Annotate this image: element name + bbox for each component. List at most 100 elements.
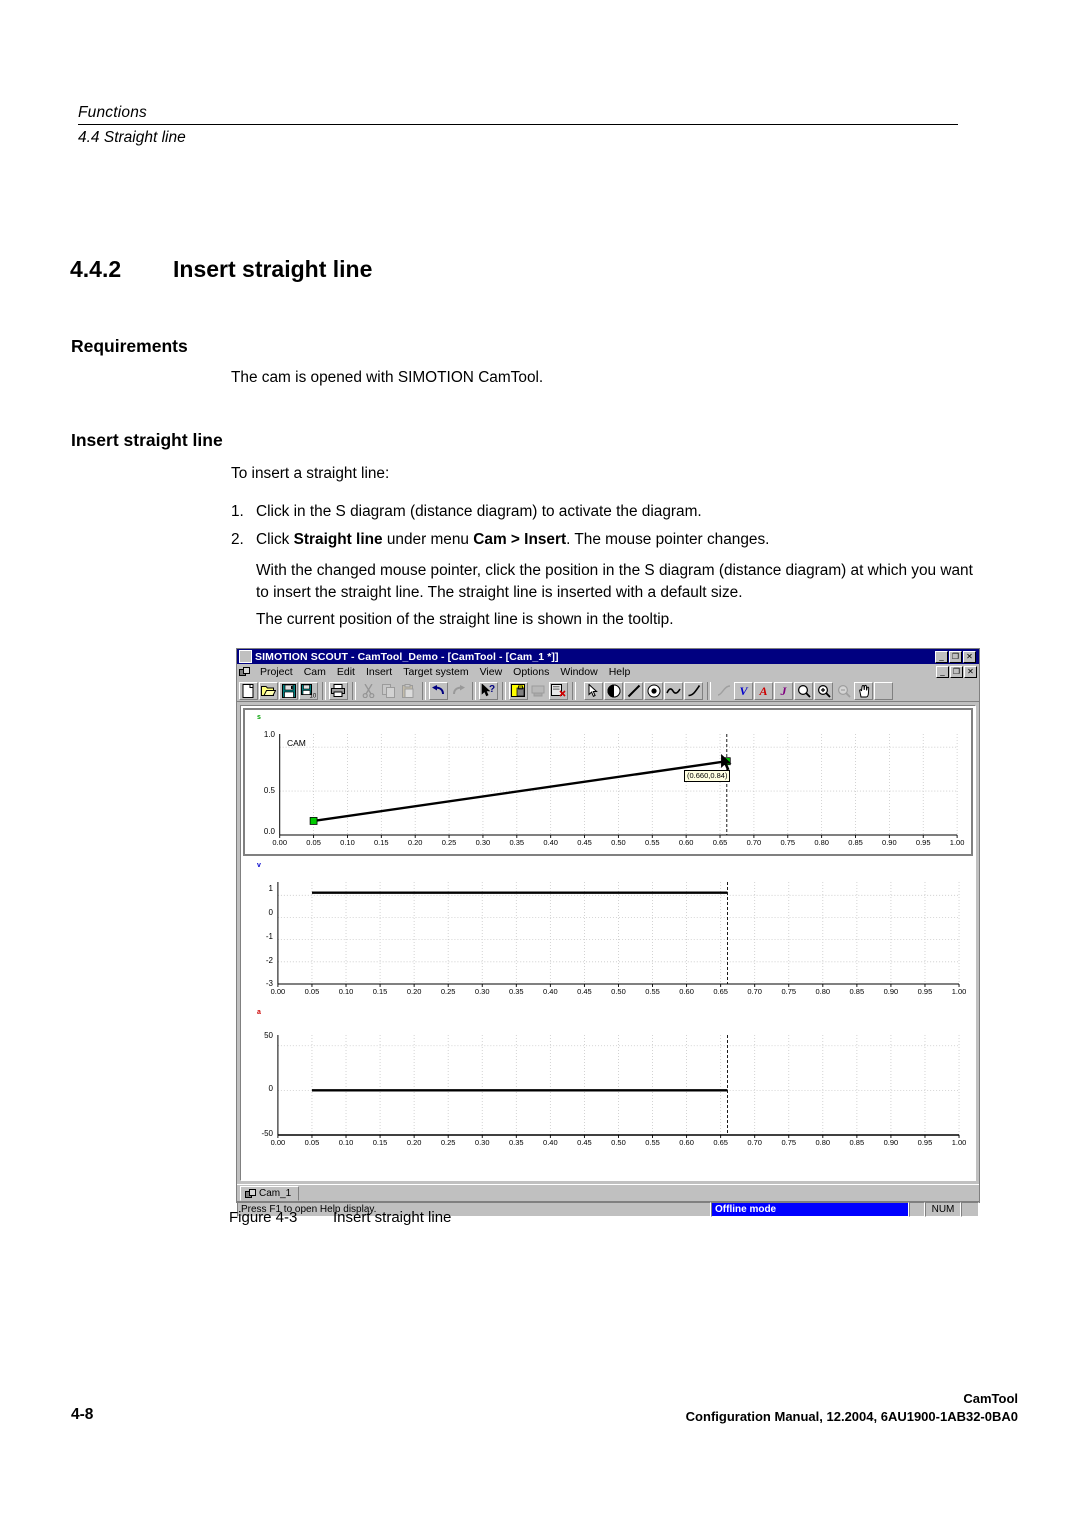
zoom-100-icon[interactable] bbox=[874, 681, 893, 700]
xtick-label: 0.35 bbox=[509, 838, 525, 847]
menu-item-insert[interactable]: Insert bbox=[361, 666, 398, 678]
cut-icon[interactable] bbox=[359, 682, 378, 700]
xtick-label: 0.80 bbox=[814, 838, 829, 847]
menu-item-cam[interactable]: Cam bbox=[299, 666, 332, 678]
insert-curve-icon[interactable] bbox=[684, 681, 703, 700]
paragraph-tooltip: The current position of the straight lin… bbox=[256, 611, 674, 628]
insert-straight-line-icon[interactable] bbox=[624, 681, 643, 700]
figure-title: Insert straight line bbox=[333, 1209, 452, 1226]
xtick-label: 0.05 bbox=[304, 1138, 320, 1147]
show-jerk-icon[interactable]: J bbox=[774, 681, 793, 700]
chart-s-diagram[interactable]: s CAM 1.0 0.5 0.0 (0.660,0.84) 0.00 0.05… bbox=[243, 708, 973, 856]
xtick-label: 0.70 bbox=[747, 987, 762, 996]
xtick-label: 0.00 bbox=[270, 1138, 286, 1147]
menu-item-options[interactable]: Options bbox=[508, 666, 555, 678]
context-help-icon[interactable]: ? bbox=[479, 681, 498, 700]
mdi-minimize-button[interactable]: _ bbox=[936, 666, 949, 678]
xtick-label: 0.55 bbox=[645, 1138, 660, 1147]
paste-icon[interactable] bbox=[399, 682, 418, 700]
mdi-client-area: s CAM 1.0 0.5 0.0 (0.660,0.84) 0.00 0.05… bbox=[237, 702, 979, 1184]
show-position-icon[interactable] bbox=[714, 682, 733, 700]
step2-bold-menu-path: Cam > Insert bbox=[473, 531, 567, 548]
xtick-label: 0.90 bbox=[882, 838, 897, 847]
toolbar-separator bbox=[707, 681, 711, 700]
restore-button[interactable]: ❐ bbox=[949, 650, 962, 663]
heading-requirements: Requirements bbox=[71, 336, 188, 356]
xtick-label: 0.65 bbox=[713, 1138, 728, 1147]
close-button[interactable]: ✕ bbox=[963, 650, 976, 663]
xtick-label: 0.45 bbox=[577, 987, 592, 996]
connect-target-icon[interactable] bbox=[509, 681, 528, 700]
xtick-label: 0.35 bbox=[508, 987, 524, 996]
position-tooltip: (0.660,0.84) bbox=[684, 770, 731, 782]
mdi-close-button[interactable]: ✕ bbox=[964, 666, 977, 678]
save-icon[interactable] bbox=[279, 681, 298, 700]
xtick-label: 0.55 bbox=[644, 838, 660, 847]
minimize-button[interactable]: _ bbox=[935, 650, 948, 663]
status-badge-offline-mode: Offline mode bbox=[711, 1202, 909, 1217]
copy-icon[interactable] bbox=[379, 682, 398, 700]
new-icon[interactable] bbox=[239, 681, 258, 700]
show-velocity-icon[interactable]: V bbox=[734, 681, 753, 700]
section-heading: 4.4.2 Insert straight line bbox=[70, 256, 970, 283]
toolbar-separator bbox=[472, 681, 476, 700]
xtick-label: 0.35 bbox=[508, 1138, 524, 1147]
xtick-label: 0.25 bbox=[440, 1138, 456, 1147]
menu-item-edit[interactable]: Edit bbox=[332, 666, 361, 678]
toolbar-separator bbox=[502, 681, 506, 700]
toolbar-separator bbox=[352, 681, 356, 700]
footer-document-id: Configuration Manual, 12.2004, 6AU1900-1… bbox=[685, 1409, 1018, 1424]
cam-document-window: s CAM 1.0 0.5 0.0 (0.660,0.84) 0.00 0.05… bbox=[240, 705, 976, 1181]
show-acceleration-icon[interactable]: A bbox=[754, 681, 773, 700]
section-title: Insert straight line bbox=[173, 256, 373, 282]
xtick-label: 0.15 bbox=[372, 1138, 388, 1147]
zoom-out-icon[interactable] bbox=[834, 682, 853, 700]
menu-item-view[interactable]: View bbox=[475, 666, 509, 678]
mdi-restore-button[interactable]: ❐ bbox=[950, 666, 963, 678]
figure-caption: Figure 4-3 Insert straight line bbox=[229, 1209, 451, 1226]
download-icon[interactable] bbox=[529, 682, 548, 700]
undo-icon[interactable] bbox=[429, 681, 448, 700]
tab-cam-1[interactable]: Cam_1 bbox=[240, 1186, 300, 1201]
pan-hand-icon[interactable] bbox=[854, 681, 873, 700]
xtick-label: 0.90 bbox=[883, 987, 899, 996]
zoom-in-icon[interactable] bbox=[814, 681, 833, 700]
redo-icon[interactable] bbox=[449, 682, 468, 700]
menu-item-target-system[interactable]: Target system bbox=[398, 666, 474, 678]
step-number: 2. bbox=[231, 531, 244, 548]
tab-label: Cam_1 bbox=[259, 1188, 292, 1199]
select-tool-icon[interactable] bbox=[584, 681, 603, 700]
footer-page-number: 4-8 bbox=[71, 1406, 94, 1423]
xtick-label: 0.60 bbox=[679, 987, 694, 996]
xtick-label: 0.95 bbox=[915, 838, 931, 847]
insert-dot-icon[interactable] bbox=[644, 681, 663, 700]
xtick-label: 0.00 bbox=[270, 987, 286, 996]
xtick-label: 0.10 bbox=[338, 987, 354, 996]
footer-product: CamTool bbox=[963, 1391, 1018, 1406]
xtick-label: 0.95 bbox=[917, 987, 933, 996]
step2-mid: under menu bbox=[382, 531, 474, 548]
xtick-label: 0.30 bbox=[474, 1138, 490, 1147]
menu-item-window[interactable]: Window bbox=[555, 666, 603, 678]
xtick-label: 0.45 bbox=[577, 1138, 592, 1147]
zoom-icon[interactable] bbox=[794, 681, 813, 700]
chart-v-diagram[interactable]: v 1 0 -1 -2 -3 0.00 0.05 0.10 0.15 0.20 0.25 0… bbox=[243, 860, 973, 1003]
document-tabstrip: Cam_1 bbox=[237, 1184, 979, 1201]
xtick-label: 0.85 bbox=[849, 1138, 865, 1147]
insert-point-icon[interactable] bbox=[604, 681, 623, 700]
status-blank-pane bbox=[909, 1202, 925, 1217]
menu-item-project[interactable]: Project bbox=[255, 666, 299, 678]
compare-icon[interactable] bbox=[549, 681, 568, 700]
step2-prefix: Click bbox=[256, 531, 294, 548]
insert-sine-icon[interactable] bbox=[664, 681, 683, 700]
open-icon[interactable] bbox=[259, 681, 278, 700]
chart-a-diagram[interactable]: a 50 0 -50 0.00 0.05 0.10 0.15 0.20 0.25 0.30 0… bbox=[243, 1007, 973, 1155]
svg-text:?: ? bbox=[489, 684, 495, 695]
acceleration-glyph: A bbox=[759, 683, 768, 698]
print-icon[interactable] bbox=[329, 681, 348, 700]
toolbar-separator bbox=[322, 681, 326, 700]
velocity-glyph: V bbox=[739, 683, 748, 698]
save-all-icon[interactable]: 10 bbox=[299, 681, 318, 700]
step2-bold-straight-line: Straight line bbox=[293, 531, 383, 548]
menu-item-help[interactable]: Help bbox=[604, 666, 637, 678]
